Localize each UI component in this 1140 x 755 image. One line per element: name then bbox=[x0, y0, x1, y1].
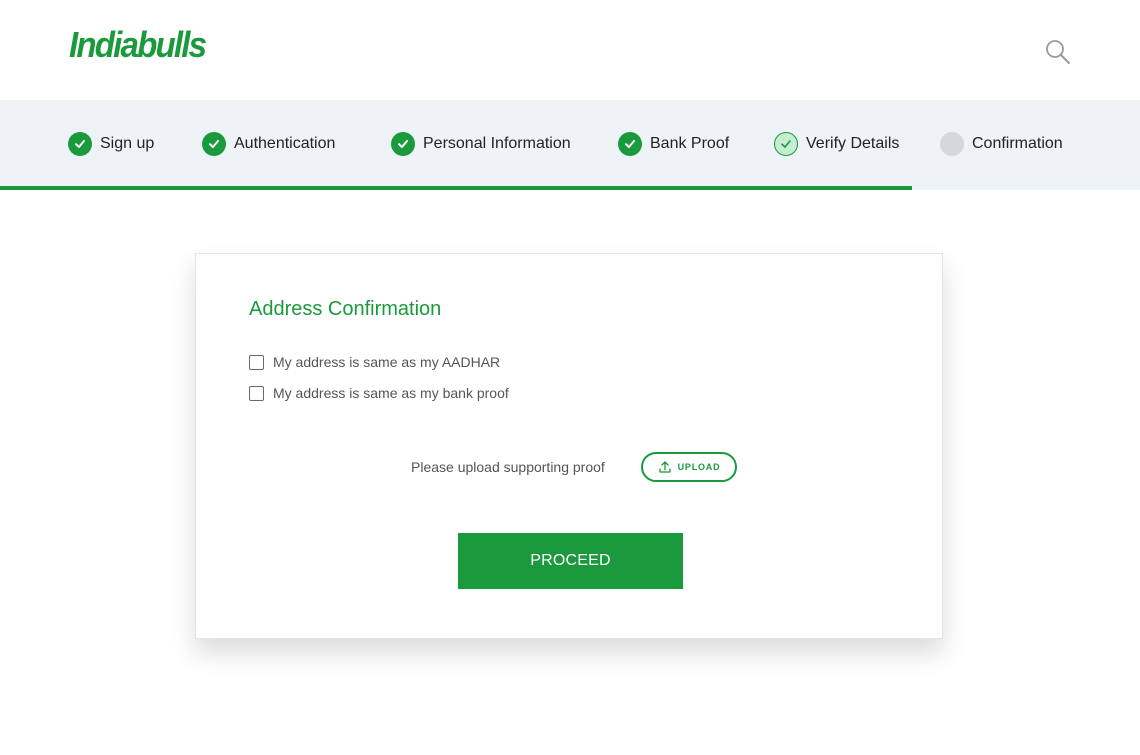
proceed-button-label: PROCEED bbox=[530, 552, 611, 569]
address-confirmation-card: Address Confirmation My address is same … bbox=[195, 253, 943, 639]
step-bank-proof[interactable]: Bank Proof bbox=[618, 131, 729, 157]
search-icon[interactable] bbox=[1044, 38, 1072, 66]
same-as-bank-proof-option[interactable]: My address is same as my bank proof bbox=[249, 385, 509, 401]
upload-icon bbox=[658, 460, 672, 474]
logo[interactable]: Indiabulls bbox=[69, 24, 207, 66]
upload-button[interactable]: UPLOAD bbox=[641, 452, 737, 482]
check-circle-icon bbox=[391, 132, 415, 156]
pending-circle-icon bbox=[940, 132, 964, 156]
header: Indiabulls bbox=[0, 0, 1140, 100]
step-label: Confirmation bbox=[972, 135, 1063, 152]
step-label: Bank Proof bbox=[650, 135, 730, 152]
step-verify-details[interactable]: Verify Details bbox=[774, 131, 899, 157]
step-label: Personal Information bbox=[423, 135, 571, 152]
check-circle-icon bbox=[774, 132, 798, 156]
step-confirmation[interactable]: Confirmation bbox=[940, 131, 1063, 157]
step-sign-up[interactable]: Sign up bbox=[68, 131, 154, 157]
upload-prompt: Please upload supporting proof bbox=[411, 459, 605, 475]
same-as-aadhar-option[interactable]: My address is same as my AADHAR bbox=[249, 354, 500, 370]
proceed-button[interactable]: PROCEED bbox=[458, 533, 683, 589]
upload-button-label: UPLOAD bbox=[677, 462, 721, 472]
checkbox-label: My address is same as my bank proof bbox=[273, 385, 509, 401]
progress-fill bbox=[0, 186, 912, 190]
same-as-bank-proof-checkbox[interactable] bbox=[249, 385, 264, 401]
check-circle-icon bbox=[68, 132, 92, 156]
same-as-aadhar-checkbox[interactable] bbox=[249, 354, 264, 370]
step-label: Authentication bbox=[234, 135, 336, 152]
step-label: Verify Details bbox=[806, 135, 900, 152]
step-progress-bar: Sign up Authentication Personal Informat… bbox=[0, 100, 1140, 190]
step-label: Sign up bbox=[100, 135, 155, 152]
check-circle-icon bbox=[618, 132, 642, 156]
progress-track bbox=[0, 186, 1140, 190]
checkbox-label: My address is same as my AADHAR bbox=[273, 354, 501, 370]
step-authentication[interactable]: Authentication bbox=[202, 131, 335, 157]
card-title: Address Confirmation bbox=[249, 298, 442, 320]
steps-list: Sign up Authentication Personal Informat… bbox=[0, 100, 1140, 188]
step-personal-information[interactable]: Personal Information bbox=[391, 131, 571, 157]
check-circle-icon bbox=[202, 132, 226, 156]
